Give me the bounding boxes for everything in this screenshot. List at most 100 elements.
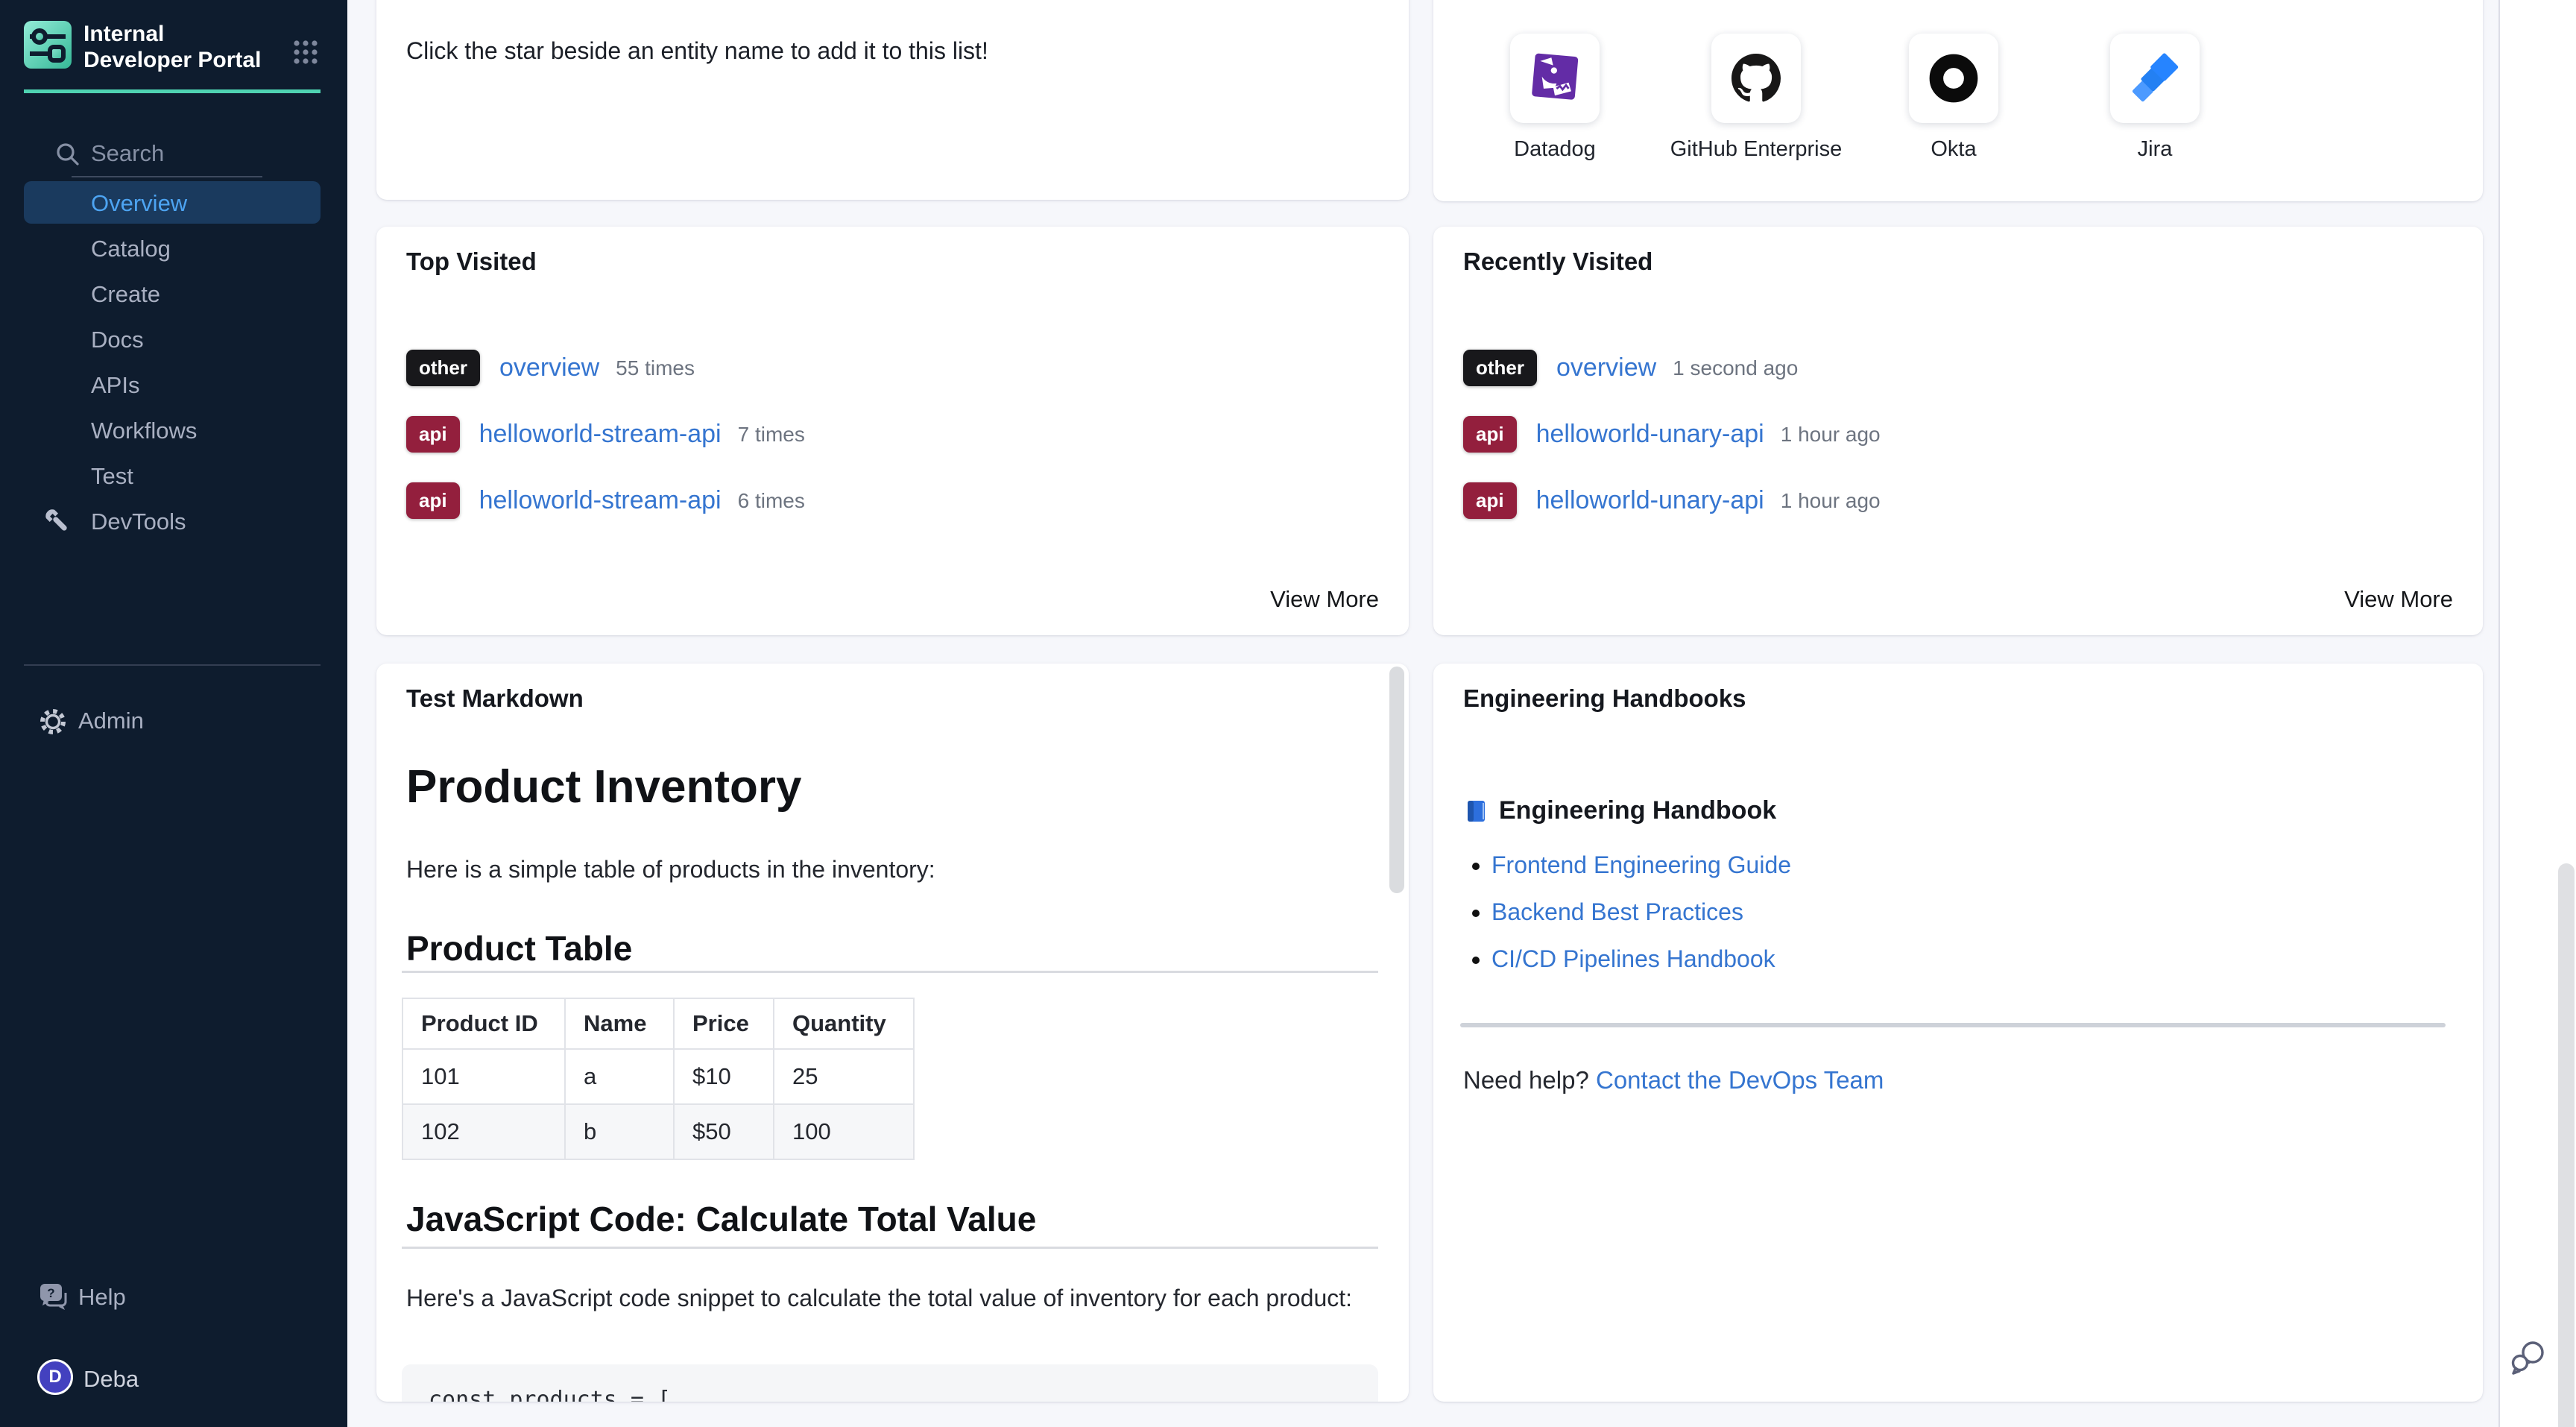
cell: 101 [402,1049,565,1104]
col-header: Name [565,998,674,1049]
tool-tile-github[interactable] [1711,34,1801,123]
product-table: Product ID Name Price Quantity 101 a $10… [402,998,915,1160]
entity-link[interactable]: helloworld-unary-api [1536,420,1764,449]
kind-badge: other [1463,350,1537,386]
cell: $50 [674,1104,774,1159]
top-visited-card: Top Visited other overview 55 times api … [376,227,1409,635]
card-title: Recently Visited [1463,248,1652,276]
svg-text:?: ? [47,1286,54,1300]
contact-devops-link[interactable]: Contact the DevOps Team [1596,1066,1884,1094]
visited-row: api helloworld-unary-api 1 hour ago [1433,401,2483,467]
search-placeholder: Search [91,140,164,167]
blue-book-icon [1463,798,1489,824]
search-icon [54,140,82,168]
sidebar-item-overview[interactable]: Overview [0,180,347,226]
sidebar-item-workflows[interactable]: Workflows [0,408,347,453]
visit-time: 1 hour ago [1781,423,1881,447]
chat-bubbles-icon[interactable] [2507,1336,2549,1378]
tool-label-datadog: Datadog [1443,137,1667,162]
right-gutter [2498,0,2576,1427]
markdown-h2-js-code: JavaScript Code: Calculate Total Value [406,1199,1036,1239]
sidebar-item-create[interactable]: Create [0,271,347,317]
recently-visited-card: Recently Visited other overview 1 second… [1433,227,2483,635]
tool-label-okta: Okta [1842,137,2065,162]
card-title: Test Markdown [406,684,584,713]
tool-label-jira: Jira [2043,137,2267,162]
visited-row: api helloworld-stream-api 6 times [376,467,1409,534]
cell: a [565,1049,674,1104]
visit-count: 6 times [738,489,805,513]
sidebar-item-docs[interactable]: Docs [0,317,347,362]
okta-icon [1926,51,1981,106]
section-divider [1460,1023,2446,1027]
col-header: Product ID [402,998,565,1049]
logo[interactable]: Internal Developer Portal [24,21,323,73]
entity-link[interactable]: helloworld-unary-api [1536,486,1764,515]
card-title: Top Visited [406,248,537,276]
markdown-paragraph: Here is a simple table of products in th… [406,856,935,883]
kind-badge: api [406,416,460,453]
recently-visited-rows: other overview 1 second ago api hellowor… [1433,335,2483,534]
list-item: Frontend Engineering Guide [1491,851,1791,879]
tool-tile-datadog[interactable] [1510,34,1600,123]
view-more-link[interactable]: View More [2344,586,2453,613]
sidebar-item-catalog[interactable]: Catalog [0,226,347,271]
app-screen: Internal Developer Portal Search Overvi [0,0,2576,1427]
page-scrollbar-thumb[interactable] [2558,863,2575,1427]
visit-count: 55 times [616,356,695,380]
gear-icon [37,706,69,737]
col-header: Price [674,998,774,1049]
entity-link[interactable]: helloworld-stream-api [479,420,722,449]
tool-label-github: GitHub Enterprise [1644,137,1868,162]
cell: b [565,1104,674,1159]
card-scrollbar-thumb[interactable] [1389,667,1404,893]
top-visited-rows: other overview 55 times api helloworld-s… [376,335,1409,534]
kind-badge: api [1463,416,1517,453]
search-input[interactable]: Search [0,131,347,177]
view-more-link[interactable]: View More [1270,586,1379,613]
tool-tile-jira[interactable] [2110,34,2200,123]
sidebar-item-devtools[interactable]: DevTools [0,499,347,544]
starred-entities-card: Click the star beside an entity name to … [376,0,1409,200]
sidebar-nav: Overview Catalog Create Docs APIs Workfl… [0,180,347,544]
user-name: Deba [83,1366,139,1393]
user-menu[interactable]: D Deba [0,1357,347,1402]
handbook-link[interactable]: Backend Best Practices [1491,898,1743,925]
sidebar-item-test[interactable]: Test [0,453,347,499]
visit-time: 1 hour ago [1781,489,1881,513]
sidebar-divider [24,664,321,666]
github-icon [1731,54,1781,103]
visit-count: 7 times [738,423,805,447]
portal-logo-icon [24,21,72,69]
kind-badge: api [406,482,460,519]
handbook-link[interactable]: CI/CD Pipelines Handbook [1491,945,1775,972]
starred-empty-message: Click the star beside an entity name to … [406,37,988,65]
col-header: Quantity [774,998,914,1049]
table-header-row: Product ID Name Price Quantity [402,998,914,1049]
entity-link[interactable]: overview [499,353,599,382]
visit-time: 1 second ago [1673,356,1798,380]
markdown-hr [402,971,1378,973]
cell: 25 [774,1049,914,1104]
avatar: D [37,1359,73,1395]
table-row: 101 a $10 25 [402,1049,914,1104]
code-block: const products = [ [402,1364,1378,1402]
handbook-section-title: Engineering Handbook [1463,796,1776,825]
entity-link[interactable]: overview [1556,353,1656,382]
markdown-h1: Product Inventory [406,760,802,813]
handbook-link[interactable]: Frontend Engineering Guide [1491,851,1791,878]
handbook-links: Frontend Engineering Guide Backend Best … [1491,851,1791,992]
sidebar-item-apis[interactable]: APIs [0,362,347,408]
markdown-paragraph: Here's a JavaScript code snippet to calc… [406,1279,1353,1317]
sidebar-item-help[interactable]: ? Help [0,1276,347,1318]
card-title: Engineering Handbooks [1463,684,1746,713]
help-line: Need help? Contact the DevOps Team [1463,1066,1884,1094]
tool-tile-okta[interactable] [1909,34,1998,123]
apps-grid-icon[interactable] [291,37,321,67]
kind-badge: api [1463,482,1517,519]
sidebar-accent-rule [24,89,321,93]
sidebar: Internal Developer Portal Search Overvi [0,0,347,1427]
sidebar-item-admin[interactable]: Admin [0,699,347,743]
visited-row: other overview 1 second ago [1433,335,2483,401]
entity-link[interactable]: helloworld-stream-api [479,486,722,515]
